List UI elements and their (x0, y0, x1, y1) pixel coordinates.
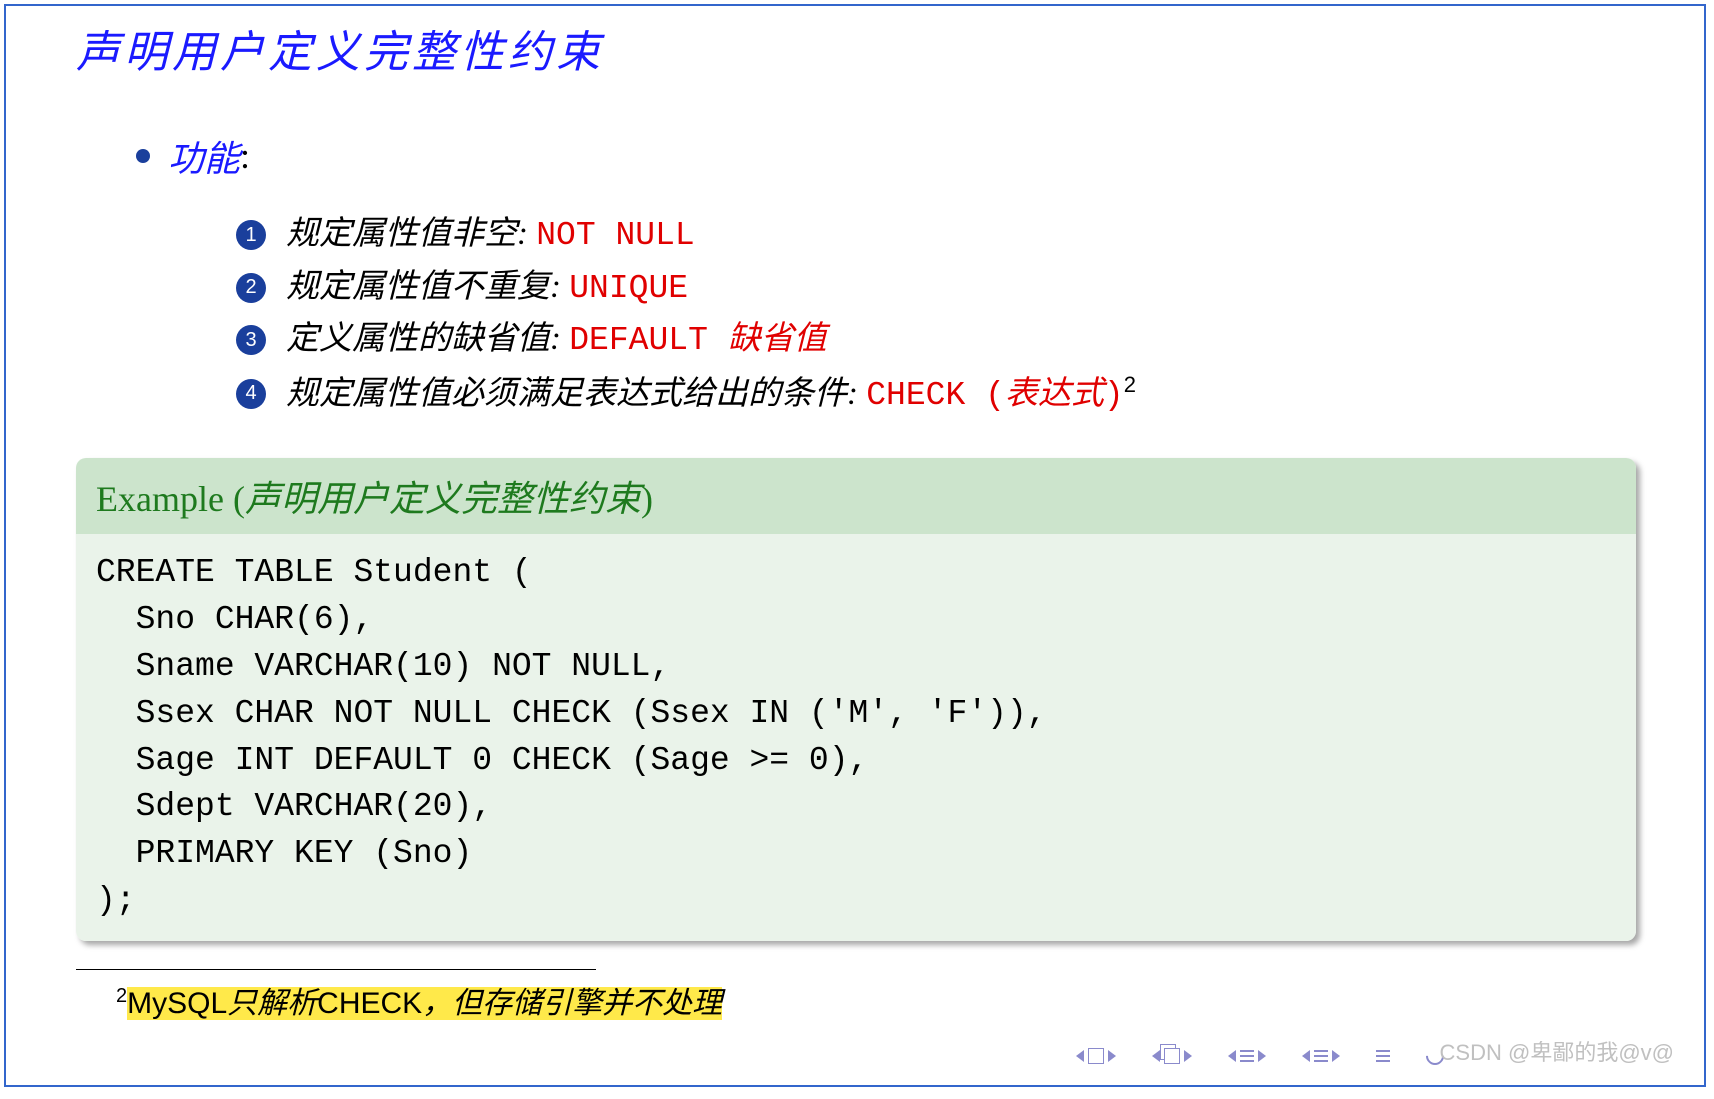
example-label: Example ( (96, 479, 245, 519)
footnote-text: CHECK (317, 987, 422, 1020)
enum-badge: 4 (236, 379, 266, 409)
slide-page: 声明用户定义完整性约束 功能 : 1 规定属性值非空: NOT NULL 2 规… (4, 4, 1706, 1087)
feature-bullet: 功能 : (136, 130, 1634, 182)
csdn-watermark: CSDN @卑鄙的我@v@ (1440, 1035, 1674, 1067)
footnote-divider (76, 969, 596, 970)
enum-text: 规定属性值不重复: (286, 269, 569, 305)
enum-badge: 3 (236, 325, 266, 355)
page-title: 声明用户定义完整性约束 (76, 16, 1634, 80)
example-header: Example (声明用户定义完整性约束) (76, 458, 1636, 534)
enum-text: 规定属性值非空: (286, 216, 536, 252)
code-keyword: NOT NULL (536, 217, 694, 254)
footnote-text: 只解析 (227, 987, 317, 1020)
feature-colon: : (240, 135, 250, 177)
footnote-text: 但存储引擎并不处理 (452, 987, 722, 1020)
enum-list: 1 规定属性值非空: NOT NULL 2 规定属性值不重复: UNIQUE 3… (236, 212, 1634, 418)
feature-label: 功能 (168, 130, 240, 182)
enum-text: 定义属性的缺省值: (286, 321, 569, 357)
footnote-text: ， (422, 987, 452, 1020)
example-code: CREATE TABLE Student ( Sno CHAR(6), Snam… (76, 534, 1636, 941)
footnote-ref: 2 (1124, 372, 1136, 397)
footnote-marker: 2 (116, 985, 127, 1007)
code-keyword: ) (1104, 377, 1124, 414)
code-placeholder: 缺省值 (728, 321, 827, 357)
footnote-text: MySQL (127, 987, 227, 1020)
example-close: ) (641, 479, 653, 519)
example-title: 声明用户定义完整性约束 (245, 479, 641, 519)
enum-item-3: 3 定义属性的缺省值: DEFAULT 缺省值 (236, 317, 1634, 364)
nav-prev-icon[interactable] (1228, 1050, 1266, 1062)
enum-item-4: 4 规定属性值必须满足表达式给出的条件: CHECK (表达式)2 (236, 370, 1634, 419)
nav-next-icon[interactable] (1302, 1050, 1340, 1062)
code-keyword: UNIQUE (569, 270, 688, 307)
nav-prev-section-icon[interactable] (1152, 1048, 1192, 1064)
footnote: 2MySQL只解析CHECK，但存储引擎并不处理 (76, 978, 1634, 1022)
code-placeholder: 表达式 (1005, 376, 1104, 412)
bullet-icon (136, 149, 150, 163)
nav-first-icon[interactable] (1076, 1048, 1116, 1064)
code-keyword: DEFAULT (569, 322, 727, 359)
beamer-nav (1076, 1047, 1444, 1065)
code-keyword: CHECK ( (866, 377, 1005, 414)
nav-menu-icon[interactable] (1376, 1050, 1390, 1062)
enum-badge: 2 (236, 273, 266, 303)
enum-item-2: 2 规定属性值不重复: UNIQUE (236, 265, 1634, 312)
enum-badge: 1 (236, 220, 266, 250)
enum-text: 规定属性值必须满足表达式给出的条件: (286, 376, 866, 412)
enum-item-1: 1 规定属性值非空: NOT NULL (236, 212, 1634, 259)
example-box: Example (声明用户定义完整性约束) CREATE TABLE Stude… (76, 458, 1636, 941)
